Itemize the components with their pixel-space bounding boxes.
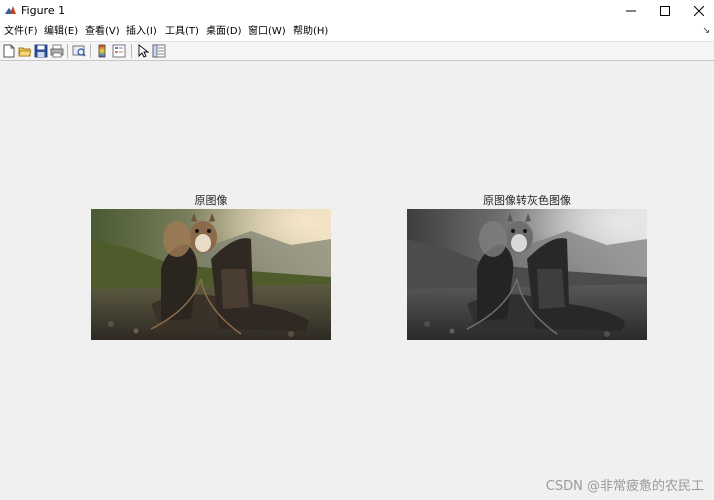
close-icon (694, 6, 704, 16)
save-icon[interactable] (34, 44, 48, 58)
toolbar-separator (67, 44, 68, 58)
link-plot-icon[interactable] (72, 44, 86, 58)
print-icon[interactable] (50, 44, 64, 58)
maximize-button[interactable] (648, 0, 682, 22)
figure-window: Figure 1 文件(F) 编辑(E) 查看(V) 插入(I) 工具(T) 桌… (0, 0, 714, 500)
grayscale-image (407, 209, 647, 340)
menu-view[interactable]: 查看(V) (85, 25, 120, 38)
watermark: CSDN @非常疲惫的农民工 (545, 479, 704, 494)
close-button[interactable] (682, 0, 714, 22)
colorbar-icon[interactable] (95, 44, 109, 58)
menu-bar: 文件(F) 编辑(E) 查看(V) 插入(I) 工具(T) 桌面(D) 窗口(W… (0, 22, 714, 42)
legend-icon[interactable] (112, 44, 126, 58)
axes-title-original: 原图像 (194, 194, 228, 207)
matlab-app-icon[interactable] (4, 4, 17, 17)
menu-file[interactable]: 文件(F) (4, 25, 38, 38)
new-figure-icon[interactable] (2, 44, 16, 58)
property-inspector-icon[interactable] (152, 44, 166, 58)
menu-desktop[interactable]: 桌面(D) (206, 25, 242, 38)
menu-insert[interactable]: 插入(I) (126, 25, 157, 38)
figure-toolbar (0, 42, 714, 61)
title-bar: Figure 1 (0, 0, 714, 22)
menu-window[interactable]: 窗口(W) (248, 25, 286, 38)
minimize-icon (626, 10, 636, 12)
maximize-icon (660, 6, 670, 16)
open-file-icon[interactable] (18, 44, 32, 58)
axes-title-grayscale: 原图像转灰色图像 (483, 194, 571, 207)
toolbar-separator (131, 44, 132, 58)
menu-overflow-icon[interactable]: ↘ (702, 26, 710, 36)
window-title: Figure 1 (21, 4, 66, 17)
pointer-icon[interactable] (136, 44, 150, 58)
menu-tools[interactable]: 工具(T) (165, 25, 199, 38)
original-image (91, 209, 331, 340)
toolbar-separator (90, 44, 91, 58)
menu-help[interactable]: 帮助(H) (293, 25, 328, 38)
menu-edit[interactable]: 编辑(E) (44, 25, 78, 38)
minimize-button[interactable] (614, 0, 648, 22)
